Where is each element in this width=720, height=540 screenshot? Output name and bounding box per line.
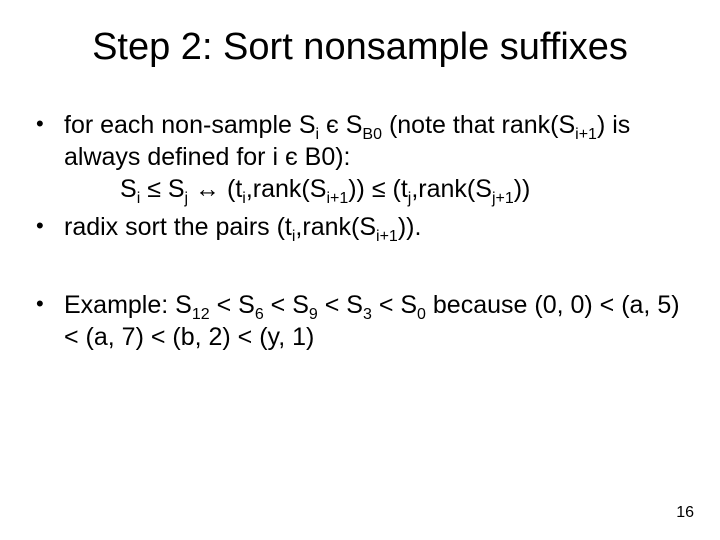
t: < S (210, 291, 255, 319)
bullet-indent: Si ≤ Sj ↔ (ti,rank(Si+1)) ≤ (tj,rank(Sj+… (64, 173, 684, 205)
t: (note that rank(S (382, 111, 575, 139)
bullet-dot: • (36, 109, 64, 205)
t: ,rank(S (246, 175, 327, 203)
t: ,rank(S (411, 175, 492, 203)
page-number: 16 (676, 504, 694, 522)
t: radix sort the pairs (t (64, 213, 292, 241)
bullet-text: Example: S12 < S6 < S9 < S3 < S0 because… (64, 289, 684, 353)
t: < S (264, 291, 309, 319)
bullet-text: radix sort the pairs (ti,rank(Si+1)). (64, 211, 684, 243)
sub: i+1 (575, 126, 597, 143)
sub: i+1 (376, 228, 398, 245)
t: )) (514, 175, 531, 203)
sub: i+1 (326, 190, 348, 207)
t: є S (319, 111, 362, 139)
sub: 0 (417, 306, 426, 323)
t: )). (398, 213, 422, 241)
t: ≤ S (140, 175, 184, 203)
t: < S (372, 291, 417, 319)
bullet-2: • radix sort the pairs (ti,rank(Si+1)). (36, 211, 684, 243)
bullet-text: for each non-sample Si є SB0 (note that … (64, 109, 684, 205)
bullet-1: • for each non-sample Si є SB0 (note tha… (36, 109, 684, 205)
sub: 3 (363, 306, 372, 323)
t: S (120, 175, 137, 203)
bullet-3: • Example: S12 < S6 < S9 < S3 < S0 becau… (36, 289, 684, 353)
slide-title: Step 2: Sort nonsample suffixes (36, 26, 684, 69)
sub: 6 (255, 306, 264, 323)
t: )) ≤ (t (348, 175, 408, 203)
t: < S (318, 291, 363, 319)
t: ,rank(S (295, 213, 376, 241)
t: for each non-sample S (64, 111, 316, 139)
sub: 9 (309, 306, 318, 323)
t: ↔ (t (188, 175, 242, 203)
bullet-dot: • (36, 211, 64, 243)
t: Example: S (64, 291, 192, 319)
sub: B0 (362, 126, 382, 143)
slide-content: • for each non-sample Si є SB0 (note tha… (36, 109, 684, 353)
bullet-dot: • (36, 289, 64, 353)
sub: 12 (192, 306, 210, 323)
gap (36, 249, 684, 289)
slide: Step 2: Sort nonsample suffixes • for ea… (0, 0, 720, 540)
sub: j+1 (492, 190, 514, 207)
